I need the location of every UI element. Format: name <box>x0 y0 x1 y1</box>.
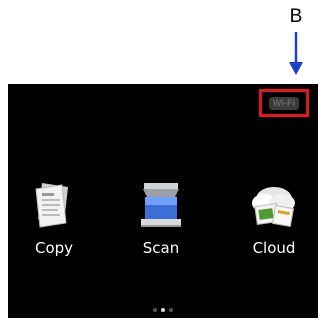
scan-icon <box>141 183 181 227</box>
wifi-icon[interactable]: Wi-Fi <box>269 97 299 110</box>
app-label-copy: Copy <box>34 239 74 257</box>
printer-home-screen: Wi-Fi Copy Scan Cloud <box>8 84 318 318</box>
app-label-scan: Scan <box>142 239 180 257</box>
page-dot-active <box>161 308 165 312</box>
app-label-cloud: Cloud <box>252 239 296 257</box>
wifi-status-highlight: Wi-Fi <box>259 89 309 117</box>
cloud-icon <box>252 187 295 228</box>
page-indicator <box>8 308 318 312</box>
page-dot <box>169 308 173 312</box>
callout-arrow-icon <box>289 32 303 75</box>
copy-icon <box>35 183 68 228</box>
app-copy[interactable]: Copy <box>19 179 89 257</box>
callout-letter: B <box>289 6 303 27</box>
app-scan[interactable]: Scan <box>126 179 196 257</box>
page-dot <box>153 308 157 312</box>
app-cloud[interactable]: Cloud <box>239 179 309 257</box>
